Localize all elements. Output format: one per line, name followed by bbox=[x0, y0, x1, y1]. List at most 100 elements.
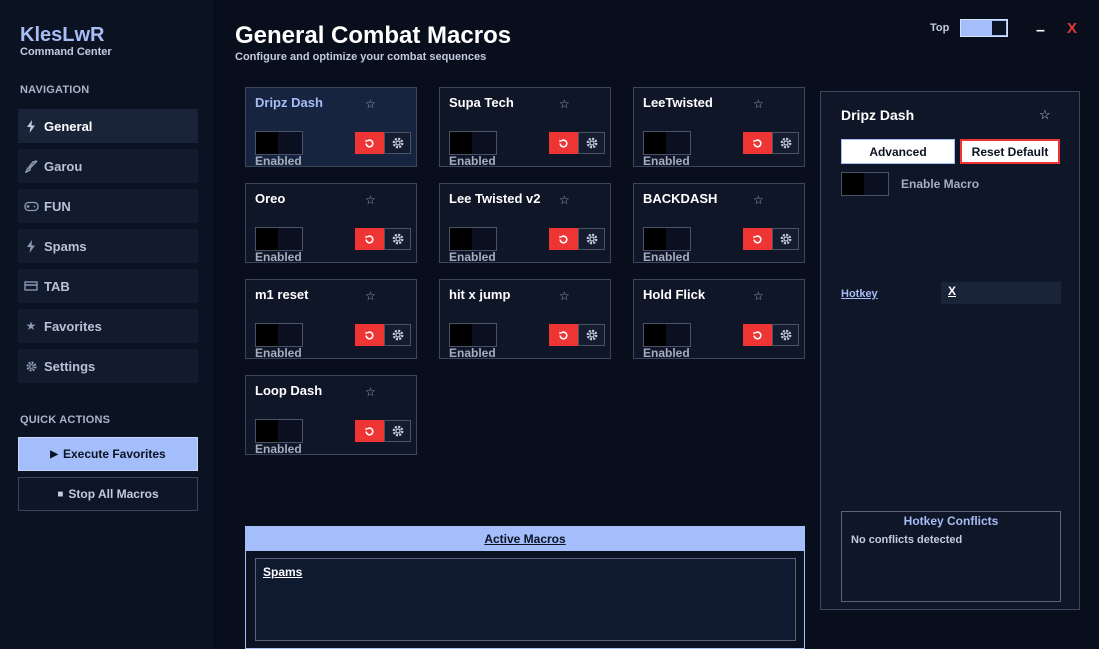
reset-macro-button[interactable] bbox=[355, 132, 384, 154]
gear-icon bbox=[18, 360, 44, 373]
reset-default-button[interactable]: Reset Default bbox=[960, 139, 1060, 164]
active-macros-list[interactable]: Spams bbox=[255, 558, 796, 641]
macro-card-supa-tech[interactable]: Supa Tech ☆ Enabled bbox=[439, 87, 611, 168]
nav-item-tab[interactable]: TAB bbox=[18, 269, 198, 303]
close-button[interactable]: X bbox=[1067, 20, 1077, 37]
reset-icon bbox=[365, 138, 374, 147]
favorite-star-icon[interactable]: ☆ bbox=[753, 289, 764, 303]
minimize-button[interactable]: – bbox=[1036, 22, 1045, 40]
toggle-knob bbox=[450, 228, 472, 250]
macro-card-lee-twisted-v2[interactable]: Lee Twisted v2 ☆ Enabled bbox=[439, 183, 611, 264]
enable-macro-toggle[interactable] bbox=[841, 172, 889, 196]
macro-card-loop-dash[interactable]: Loop Dash ☆ Enabled bbox=[245, 375, 417, 456]
favorite-star-icon[interactable]: ☆ bbox=[559, 97, 570, 111]
nav-item-spams[interactable]: Spams bbox=[18, 229, 198, 263]
macro-settings-button[interactable] bbox=[578, 324, 605, 346]
favorite-star-icon[interactable]: ☆ bbox=[365, 289, 376, 303]
hotkey-field[interactable]: X bbox=[941, 282, 1061, 304]
toggle-knob bbox=[842, 173, 864, 195]
reset-macro-button[interactable] bbox=[355, 324, 384, 346]
favorite-star-icon[interactable]: ☆ bbox=[365, 193, 376, 207]
macro-card-oreo[interactable]: Oreo ☆ Enabled bbox=[245, 183, 417, 264]
macro-name: BACKDASH bbox=[643, 191, 718, 206]
toggle-knob bbox=[450, 324, 472, 346]
always-on-top-label: Top bbox=[930, 22, 950, 34]
toggle-knob bbox=[644, 324, 666, 346]
macro-toggle[interactable] bbox=[255, 131, 303, 155]
macro-state: Enabled bbox=[255, 442, 302, 456]
nav-label: Garou bbox=[44, 158, 83, 174]
macro-settings-button[interactable] bbox=[384, 324, 411, 346]
nav-item-garou[interactable]: Garou bbox=[18, 149, 198, 183]
reset-macro-button[interactable] bbox=[549, 132, 578, 154]
macro-toggle[interactable] bbox=[643, 227, 691, 251]
advanced-button[interactable]: Advanced bbox=[841, 139, 955, 164]
active-macros-header[interactable]: Active Macros bbox=[246, 527, 804, 551]
macro-toggle[interactable] bbox=[255, 419, 303, 443]
macro-settings-button[interactable] bbox=[772, 228, 799, 250]
gear-icon bbox=[780, 329, 791, 341]
favorite-star-icon[interactable]: ☆ bbox=[753, 193, 764, 207]
navigation-heading: NAVIGATION bbox=[20, 84, 90, 96]
favorite-star-icon[interactable]: ☆ bbox=[365, 97, 376, 111]
play-icon: ▶ bbox=[50, 448, 58, 460]
macro-settings-button[interactable] bbox=[578, 228, 605, 250]
favorite-star-icon[interactable]: ☆ bbox=[559, 193, 570, 207]
stop-all-macros-button[interactable]: ■ Stop All Macros bbox=[18, 477, 198, 511]
macro-toggle[interactable] bbox=[449, 323, 497, 347]
hotkey-conflicts-message: No conflicts detected bbox=[851, 534, 963, 546]
macro-settings-button[interactable] bbox=[578, 132, 605, 154]
macro-settings-button[interactable] bbox=[772, 132, 799, 154]
favorite-star-icon[interactable]: ☆ bbox=[365, 385, 376, 399]
nav-item-general[interactable]: General bbox=[18, 109, 198, 143]
toggle-knob bbox=[256, 420, 278, 442]
macro-toggle[interactable] bbox=[255, 227, 303, 251]
macro-name: Dripz Dash bbox=[255, 95, 323, 110]
hotkey-label[interactable]: Hotkey bbox=[841, 288, 878, 300]
macro-card-dripz-dash[interactable]: Dripz Dash ☆ Enabled bbox=[245, 87, 417, 168]
nav-item-favorites[interactable]: ★ Favorites bbox=[18, 309, 198, 343]
macro-name: LeeTwisted bbox=[643, 95, 713, 110]
gear-icon bbox=[392, 425, 403, 437]
macro-toggle[interactable] bbox=[449, 227, 497, 251]
macro-settings-button[interactable] bbox=[384, 228, 411, 250]
reset-macro-button[interactable] bbox=[355, 420, 384, 442]
reset-macro-button[interactable] bbox=[549, 324, 578, 346]
lightning-icon bbox=[18, 119, 44, 133]
macro-toggle[interactable] bbox=[255, 323, 303, 347]
macro-toggle[interactable] bbox=[643, 131, 691, 155]
macro-toggle[interactable] bbox=[449, 131, 497, 155]
reset-macro-button[interactable] bbox=[743, 324, 772, 346]
always-on-top-toggle[interactable] bbox=[960, 19, 1008, 37]
macro-card-hit-x-jump[interactable]: hit x jump ☆ Enabled bbox=[439, 279, 611, 360]
app-title: KlesLwR bbox=[20, 24, 105, 46]
macro-settings-button[interactable] bbox=[384, 420, 411, 442]
favorite-star-icon[interactable]: ☆ bbox=[1039, 107, 1051, 123]
reset-macro-button[interactable] bbox=[743, 228, 772, 250]
gear-icon bbox=[780, 137, 791, 149]
reset-icon bbox=[559, 138, 568, 147]
macro-name: Supa Tech bbox=[449, 95, 514, 110]
macro-card-backdash[interactable]: BACKDASH ☆ Enabled bbox=[633, 183, 805, 264]
macro-state: Enabled bbox=[255, 154, 302, 168]
macro-state: Enabled bbox=[449, 154, 496, 168]
macro-toggle[interactable] bbox=[643, 323, 691, 347]
reset-icon bbox=[559, 330, 568, 339]
macro-card-hold-flick[interactable]: Hold Flick ☆ Enabled bbox=[633, 279, 805, 360]
macro-settings-button[interactable] bbox=[384, 132, 411, 154]
reset-macro-button[interactable] bbox=[355, 228, 384, 250]
favorite-star-icon[interactable]: ☆ bbox=[559, 289, 570, 303]
hotkey-conflicts-title: Hotkey Conflicts bbox=[903, 514, 999, 528]
macro-settings-button[interactable] bbox=[772, 324, 799, 346]
execute-favorites-button[interactable]: ▶ Execute Favorites bbox=[18, 437, 198, 471]
active-group-spams[interactable]: Spams bbox=[263, 565, 302, 579]
reset-macro-button[interactable] bbox=[549, 228, 578, 250]
gear-icon bbox=[586, 233, 597, 245]
favorite-star-icon[interactable]: ☆ bbox=[753, 97, 764, 111]
reset-macro-button[interactable] bbox=[743, 132, 772, 154]
nav-item-settings[interactable]: Settings bbox=[18, 349, 198, 383]
nav-item-fun[interactable]: FUN bbox=[18, 189, 198, 223]
toggle-knob bbox=[450, 132, 472, 154]
macro-card-m1-reset[interactable]: m1 reset ☆ Enabled bbox=[245, 279, 417, 360]
macro-card-leetwisted[interactable]: LeeTwisted ☆ Enabled bbox=[633, 87, 805, 168]
